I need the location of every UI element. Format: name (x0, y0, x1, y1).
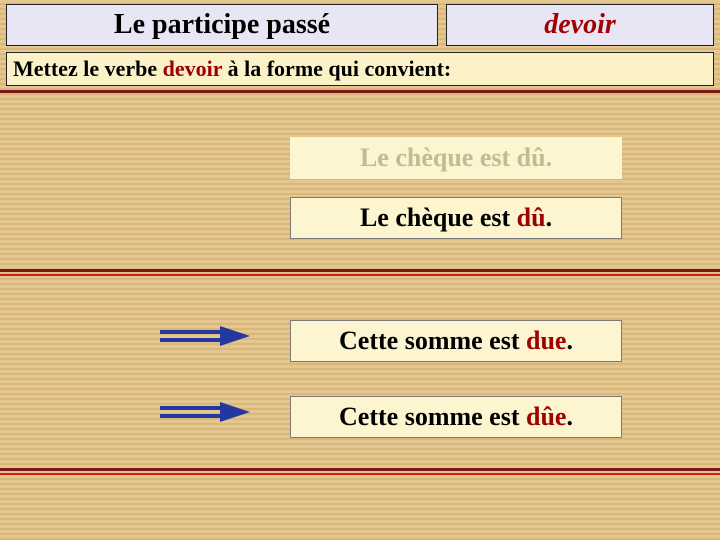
option-1a[interactable]: Le chèque est dû. (290, 137, 622, 179)
option-1b[interactable]: Le chèque est dû. (290, 197, 622, 239)
arrow-icon (160, 326, 250, 346)
option-1a-pre: Le chèque est (360, 143, 517, 172)
arrow-icon (160, 402, 250, 422)
option-1a-hl: dû (517, 143, 546, 172)
instruction: Mettez le verbe devoir à la forme qui co… (6, 52, 714, 86)
title-right: devoir (446, 4, 714, 46)
option-2a-post: . (566, 326, 573, 355)
option-2b-post: . (566, 402, 573, 431)
option-2a-hl: due (526, 326, 566, 355)
option-1b-hl: dû (517, 203, 546, 232)
option-1a-post: . (546, 143, 553, 172)
title-left: Le participe passé (6, 4, 438, 46)
option-2b[interactable]: Cette somme est dûe. (290, 396, 622, 438)
instruction-keyword: devoir (163, 56, 222, 81)
option-2b-hl: dûe (526, 402, 566, 431)
option-2a-pre: Cette somme est (339, 326, 526, 355)
instruction-pre: Mettez le verbe (13, 56, 163, 81)
option-2a[interactable]: Cette somme est due. (290, 320, 622, 362)
option-2b-pre: Cette somme est (339, 402, 526, 431)
option-1b-post: . (546, 203, 553, 232)
divider-dark-3 (0, 468, 720, 471)
divider-dark-2 (0, 269, 720, 272)
option-1b-pre: Le chèque est (360, 203, 517, 232)
instruction-post: à la forme qui convient: (222, 56, 451, 81)
divider-red-2 (0, 473, 720, 475)
header-bar: Le participe passé devoir (0, 0, 720, 46)
